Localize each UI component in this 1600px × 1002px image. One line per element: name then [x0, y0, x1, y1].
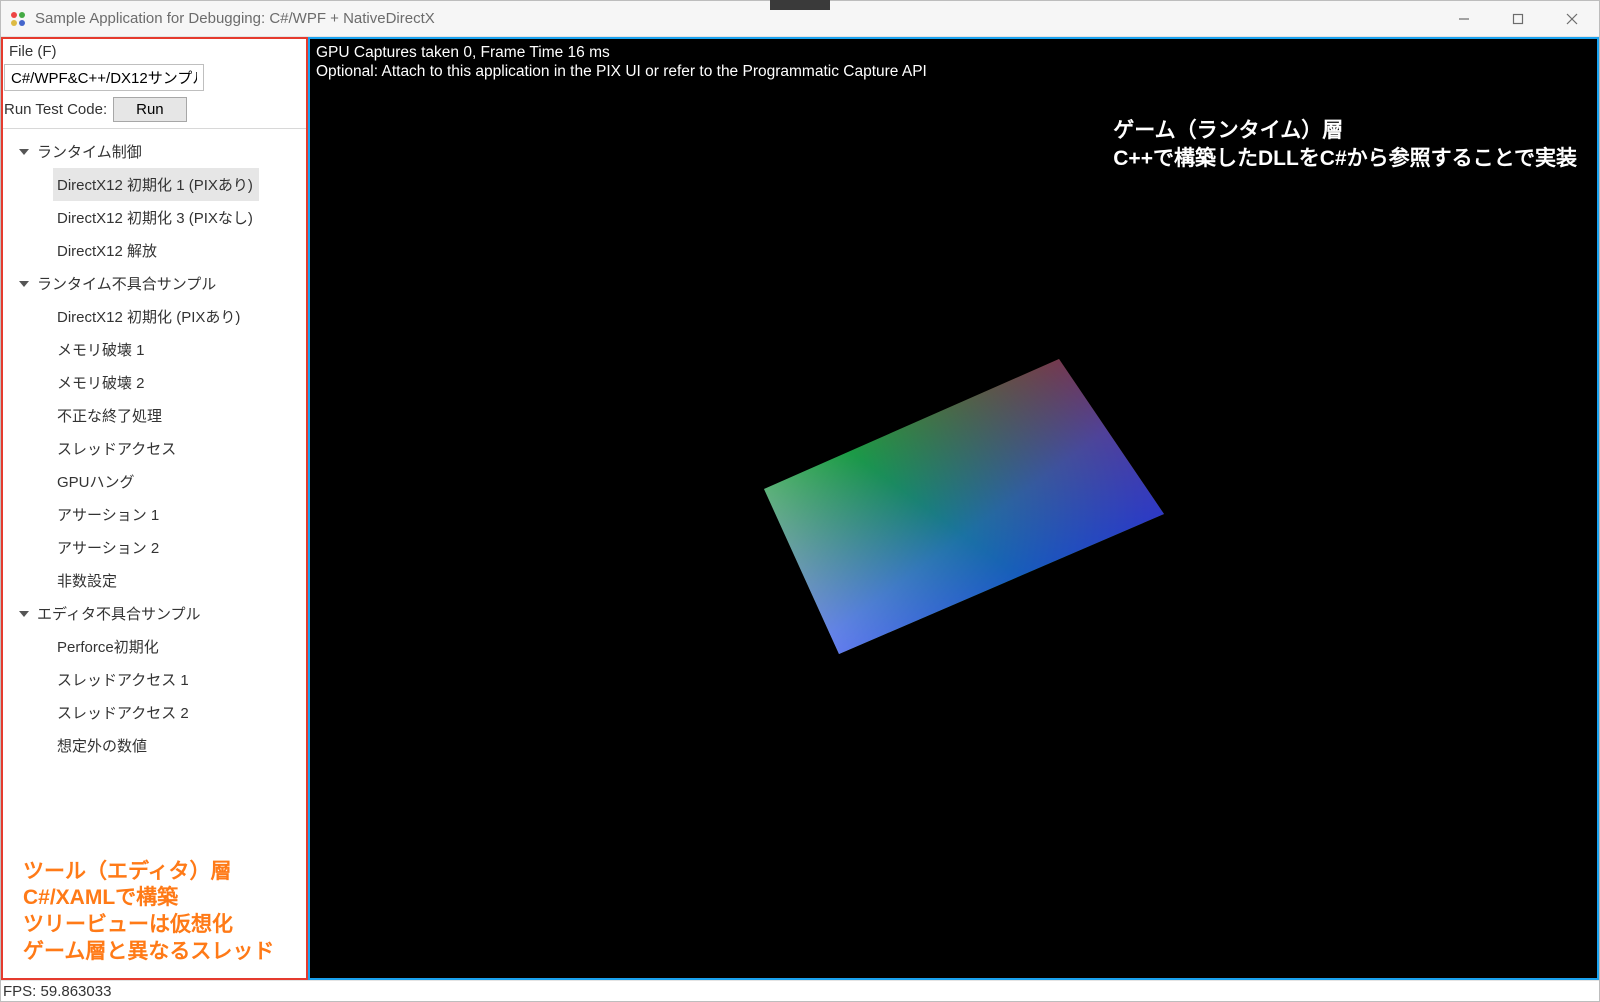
- window: Sample Application for Debugging: C#/WPF…: [0, 0, 1600, 1002]
- tree-item[interactable]: メモリ破壊 2: [3, 366, 306, 399]
- run-button[interactable]: Run: [113, 97, 187, 122]
- maximize-icon: [1512, 13, 1524, 25]
- tree-item[interactable]: Perforce初期化: [3, 630, 306, 663]
- tree-item[interactable]: メモリ破壊 1: [3, 333, 306, 366]
- tree-item[interactable]: スレッドアクセス: [3, 432, 306, 465]
- chevron-down-icon[interactable]: [19, 611, 29, 617]
- grab-handle[interactable]: [770, 0, 830, 10]
- tree-group-label: ランタイム不具合サンプル: [37, 273, 216, 294]
- run-label: Run Test Code:: [4, 101, 107, 118]
- menu-file[interactable]: File (F): [9, 43, 57, 60]
- tree-group-label: ランタイム制御: [37, 141, 142, 162]
- client-area: File (F) Run Test Code: Run ランタイム制御 Direc…: [1, 37, 1599, 1001]
- tree-item[interactable]: 想定外の数値: [3, 729, 306, 762]
- search-input[interactable]: [4, 64, 204, 91]
- tree-group[interactable]: ランタイム制御: [3, 135, 306, 168]
- right-panel: GPU Captures taken 0, Frame Time 16 ms O…: [308, 37, 1599, 980]
- tree-item[interactable]: GPUハング: [3, 465, 306, 498]
- minimize-icon: [1458, 13, 1470, 25]
- tree-group[interactable]: ランタイム不具合サンプル: [3, 267, 306, 300]
- annotation-line: ツール（エディタ）層: [23, 859, 296, 886]
- tree-item[interactable]: DirectX12 初期化 1 (PIXあり): [53, 168, 259, 201]
- minimize-button[interactable]: [1437, 1, 1491, 36]
- app-icon: [9, 10, 27, 28]
- tree-item[interactable]: DirectX12 初期化 3 (PIXなし): [3, 201, 306, 234]
- menu-bar: File (F): [3, 39, 306, 64]
- annotation-line: ゲーム層と異なるスレッド: [23, 939, 296, 966]
- annotation-line: ツリービューは仮想化: [23, 912, 296, 939]
- chevron-down-icon[interactable]: [19, 149, 29, 155]
- statusbar: FPS: 59.863033: [1, 980, 1599, 1001]
- rendered-plane: [704, 334, 1204, 684]
- tree-item[interactable]: アサーション 2: [3, 531, 306, 564]
- tree-item[interactable]: アサーション 1: [3, 498, 306, 531]
- annotation-line: C#/XAMLで構築: [23, 885, 296, 912]
- maximize-button[interactable]: [1491, 1, 1545, 36]
- run-row: Run Test Code: Run: [3, 91, 306, 129]
- fps-label: FPS: 59.863033: [3, 983, 111, 1000]
- body-row: File (F) Run Test Code: Run ランタイム制御 Direc…: [1, 37, 1599, 980]
- search-row: [3, 64, 306, 91]
- titlebar[interactable]: Sample Application for Debugging: C#/WPF…: [1, 1, 1599, 37]
- tree-item[interactable]: 非数設定: [3, 564, 306, 597]
- window-buttons: [1437, 1, 1599, 36]
- tree-item[interactable]: DirectX12 初期化 (PIXあり): [3, 300, 306, 333]
- viewport[interactable]: [310, 39, 1597, 978]
- left-panel: File (F) Run Test Code: Run ランタイム制御 Direc…: [1, 37, 308, 980]
- tree-item[interactable]: スレッドアクセス 2: [3, 696, 306, 729]
- tree-view[interactable]: ランタイム制御DirectX12 初期化 1 (PIXあり)DirectX12 …: [3, 129, 306, 851]
- tree-group-label: エディタ不具合サンプル: [37, 603, 201, 624]
- window-title: Sample Application for Debugging: C#/WPF…: [35, 10, 435, 27]
- close-icon: [1566, 13, 1578, 25]
- tree-group[interactable]: エディタ不具合サンプル: [3, 597, 306, 630]
- tree-item[interactable]: DirectX12 解放: [3, 234, 306, 267]
- tree-item[interactable]: スレッドアクセス 1: [3, 663, 306, 696]
- tree-item[interactable]: 不正な終了処理: [3, 399, 306, 432]
- chevron-down-icon[interactable]: [19, 281, 29, 287]
- close-button[interactable]: [1545, 1, 1599, 36]
- annotation-left: ツール（エディタ）層C#/XAMLで構築ツリービューは仮想化ゲーム層と異なるスレ…: [3, 851, 306, 979]
